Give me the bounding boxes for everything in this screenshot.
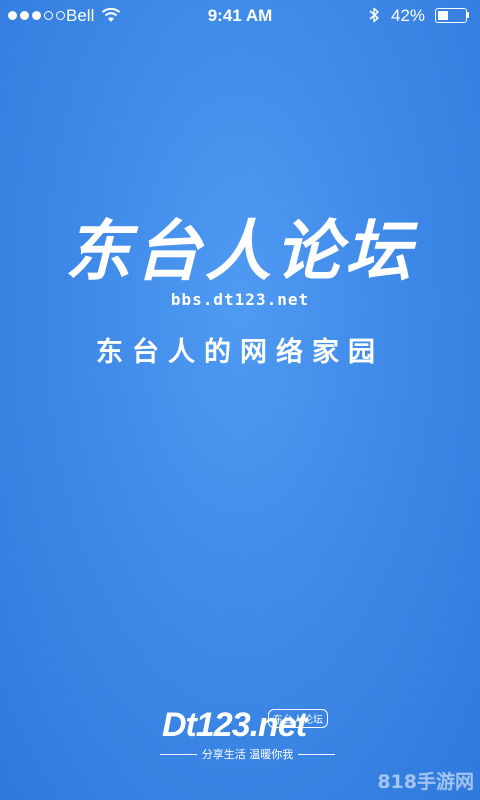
forum-slogan: 东台人的网络家园 (96, 337, 384, 368)
bluetooth-icon (369, 7, 379, 23)
logo-tagline-row: 分享生活 温暖你我 (160, 746, 335, 762)
battery-tip (467, 12, 469, 18)
battery-level-fill (437, 10, 449, 20)
logo-tagline: 分享生活 温暖你我 (201, 748, 294, 761)
forum-title: 东台人论坛 (65, 212, 415, 290)
battery-icon (435, 8, 467, 23)
battery-percent: 42% (391, 6, 426, 25)
divider (298, 753, 335, 755)
status-bar: Bell 9:41 AM 42% (0, 0, 480, 32)
logo-badge: 东台人论坛 (268, 709, 328, 728)
divider (160, 753, 197, 755)
watermark: 818手游网 (377, 771, 474, 793)
forum-url: bbs.dt123.net (170, 290, 310, 309)
dt123-logo: Dt123.net 东台人论坛 分享生活 温暖你我 (160, 706, 335, 770)
